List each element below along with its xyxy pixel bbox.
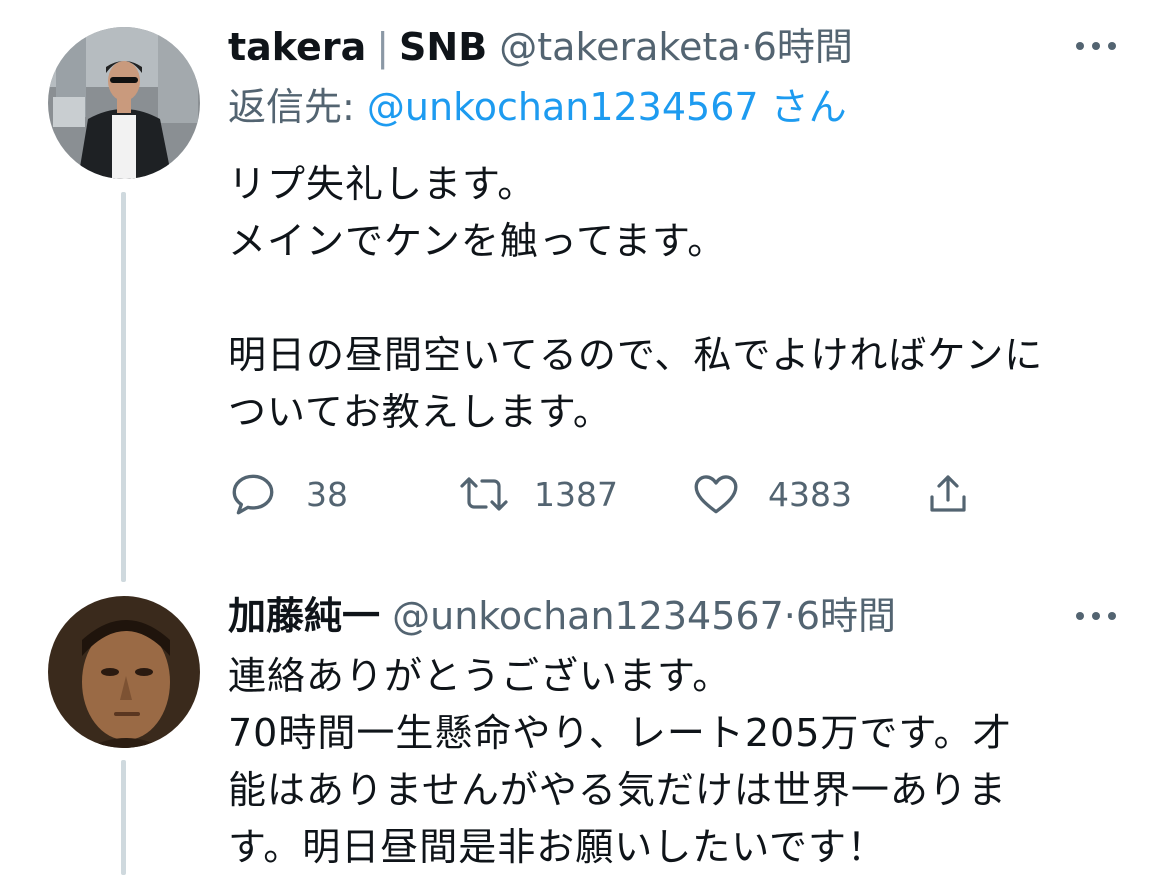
heart-icon [694,475,738,514]
retweet-count: 1387 [534,474,618,514]
tweet-time[interactable]: 6時間 [796,594,896,638]
time-separator: · [783,594,796,638]
avatar-photo [48,27,200,179]
more-horizontal-icon[interactable] [1072,606,1120,626]
reply-button[interactable]: 38 [228,466,348,522]
more-horizontal-icon[interactable] [1072,36,1120,56]
share-icon [930,475,966,512]
display-name[interactable]: takera [228,25,366,69]
replying-prefix: 返信先: [228,85,355,129]
like-count: 4383 [768,474,852,514]
tweet-time[interactable]: 6時間 [753,25,853,69]
name-separator: | [376,25,390,69]
replying-suffix[interactable]: さん [771,85,847,129]
thread-line [121,192,126,582]
retweet-button[interactable]: 1387 [456,466,618,522]
avatar-takera[interactable] [48,27,200,179]
reply-count: 38 [306,474,348,514]
avatar-kato[interactable] [48,596,200,748]
thread-line-2 [121,760,126,875]
tweet-text: リプ失礼します。 メインでケンを触ってます。 明日の昼間空いてるので、私でよけれ… [228,162,1044,434]
user-handle[interactable]: @unkochan1234567 [392,594,784,638]
like-button[interactable]: 4383 [690,466,852,522]
replying-mention[interactable]: @unkochan1234567 [367,85,759,129]
display-name[interactable]: 加藤純一 [228,594,380,638]
share-button[interactable] [924,466,972,522]
tweet-2[interactable]: 加藤純一 @unkochan1234567·6時間 連絡ありがとうございます。 … [0,590,1170,875]
tweet-text: 連絡ありがとうございます。 70時間一生懸命やり、レート205万です。才 能はあ… [228,654,1012,869]
tweet-actions: 38 1387 4383 [228,466,988,522]
tweet-1[interactable]: takera | SNB @takeraketa·6時間 返信先: @unkocha… [0,0,1170,590]
reply-icon [232,474,274,515]
time-separator: · [740,25,753,69]
user-handle[interactable]: @takeraketa [499,25,740,69]
retweet-icon [460,477,508,511]
replying-to: 返信先: @unkochan1234567 さん [228,83,847,131]
display-name-suffix[interactable]: SNB [399,25,487,69]
tweet-header: 加藤純一 @unkochan1234567·6時間 [228,592,896,640]
tweet-header: takera | SNB @takeraketa·6時間 [228,23,853,71]
avatar-portrait [48,596,200,748]
